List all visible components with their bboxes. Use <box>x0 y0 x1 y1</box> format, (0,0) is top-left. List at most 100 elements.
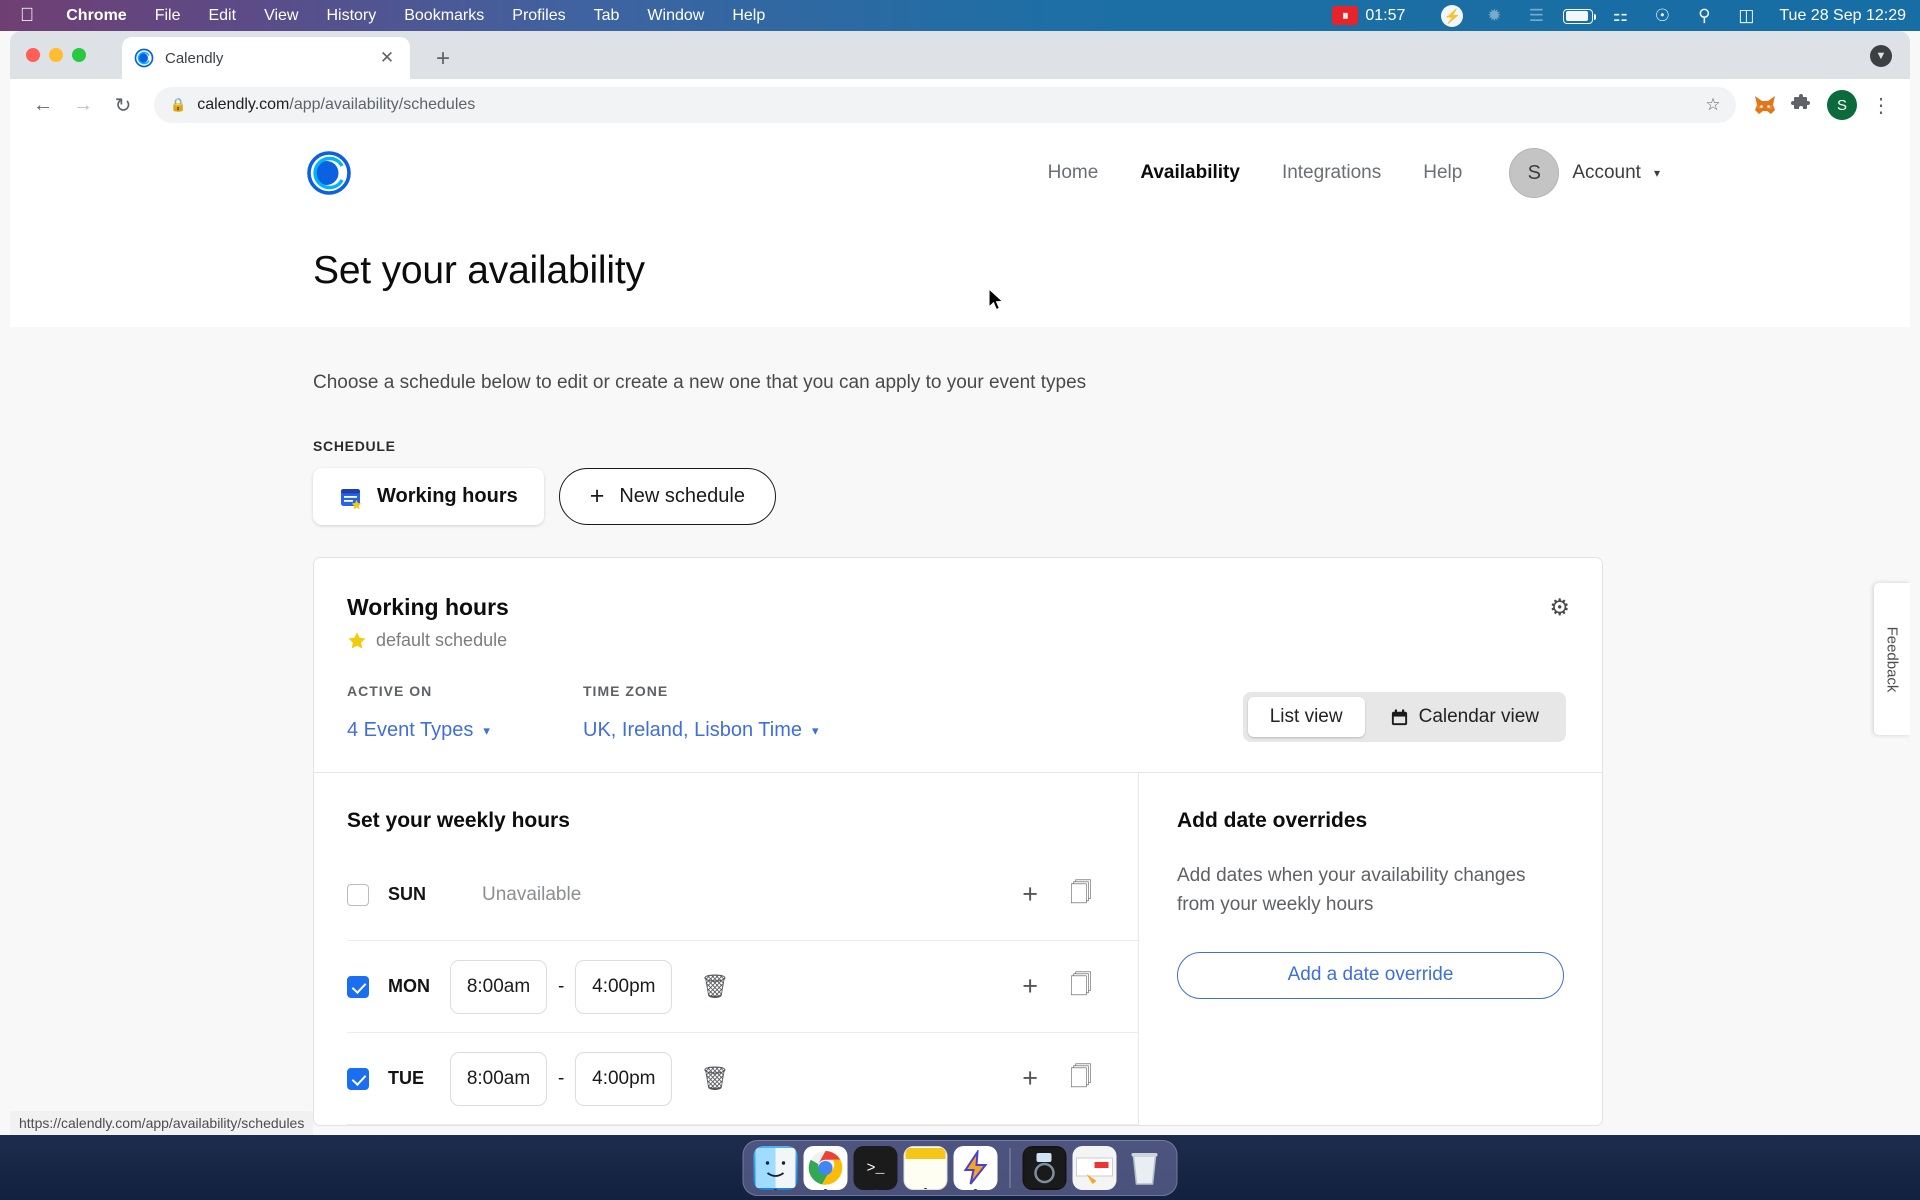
day-checkbox-sun[interactable] <box>347 883 369 906</box>
day-checkbox-mon[interactable] <box>347 975 369 998</box>
menu-item-view[interactable]: View <box>250 7 312 25</box>
bolt-icon[interactable]: ⚡ <box>1431 4 1473 27</box>
nav-availability[interactable]: Availability <box>1119 162 1261 184</box>
screen-recording-indicator[interactable]: ⏸ 01:57 <box>1332 6 1405 25</box>
chrome-profile-avatar[interactable]: S <box>1827 90 1857 120</box>
menubar-clock[interactable]: Tue 28 Sep 12:29 <box>1767 7 1906 25</box>
close-window-button[interactable] <box>26 48 40 62</box>
menu-item-tab[interactable]: Tab <box>580 7 634 25</box>
add-interval-button-mon[interactable]: + <box>1022 971 1038 1002</box>
macos-dock: >_ <box>742 1140 1178 1196</box>
schedule-chip-working-hours[interactable]: Working hours <box>313 468 544 525</box>
day-checkbox-tue[interactable] <box>347 1067 369 1090</box>
control-center-icon[interactable]: ◫ <box>1725 6 1767 26</box>
account-label: Account <box>1572 162 1641 183</box>
menu-item-bookmarks[interactable]: Bookmarks <box>390 7 498 25</box>
tab-search-icon[interactable]: ▼ <box>1870 45 1892 67</box>
add-interval-button-tue[interactable]: + <box>1022 1063 1038 1094</box>
start-time-input-mon[interactable]: 8:00am <box>450 959 547 1014</box>
close-tab-button[interactable]: ✕ <box>376 48 398 68</box>
gear-icon[interactable]: ⚙ <box>1549 594 1570 621</box>
menu-item-profiles[interactable]: Profiles <box>498 7 579 25</box>
tab-calendar-view[interactable]: Calendar view <box>1368 697 1561 737</box>
chevron-down-icon: ▾ <box>483 722 490 738</box>
bookmark-star-icon[interactable]: ☆ <box>1698 95 1728 115</box>
dock-item-lightning-app[interactable] <box>953 1146 998 1190</box>
menu-item-file[interactable]: File <box>141 7 195 25</box>
calendly-favicon <box>134 48 154 68</box>
time-zone-column: TIME ZONE UK, Ireland, Lisbon Time ▾ <box>583 683 819 742</box>
chevron-down-icon: ▾ <box>812 722 819 738</box>
user-icon[interactable]: ☉ <box>1641 6 1683 26</box>
nav-home[interactable]: Home <box>1027 162 1120 184</box>
new-schedule-button[interactable]: + New schedule <box>558 468 776 525</box>
browser-tab-calendly[interactable]: Calendly ✕ <box>122 37 410 79</box>
avatar: S <box>1509 148 1560 198</box>
dock-item-finder[interactable] <box>753 1146 798 1190</box>
end-time-input-tue[interactable]: 4:00pm <box>575 1051 673 1106</box>
address-bar[interactable]: 🔒 calendly.com/app/availability/schedule… <box>154 87 1736 123</box>
page-subtitle: Choose a schedule below to edit or creat… <box>313 372 1087 393</box>
bluetooth-icon[interactable]: ✹ <box>1473 6 1515 26</box>
calendly-header: Home Availability Integrations Help S Ac… <box>10 131 1910 215</box>
search-icon[interactable]: ⚲ <box>1683 6 1725 26</box>
nav-help[interactable]: Help <box>1402 162 1483 184</box>
add-date-override-button[interactable]: Add a date override <box>1177 951 1564 999</box>
battery-icon[interactable] <box>1557 6 1599 26</box>
chrome-window: Calendly ✕ + ▼ ← → ↻ 🔒 calendly.com/app/… <box>10 31 1910 1135</box>
chrome-menu-button[interactable]: ⋮ <box>1866 93 1896 118</box>
date-overrides-pane: Add date overrides Add dates when your a… <box>1139 773 1602 1125</box>
feedback-tab[interactable]: Feedback <box>1874 583 1910 735</box>
calendly-logo[interactable] <box>305 149 353 197</box>
menu-item-edit[interactable]: Edit <box>194 7 250 25</box>
menu-item-chrome[interactable]: Chrome <box>52 7 140 25</box>
url-domain: calendly.com <box>197 96 290 113</box>
wifi-icon[interactable]: ☰ <box>1515 6 1557 26</box>
time-zone-dropdown[interactable]: UK, Ireland, Lisbon Time ▾ <box>583 719 819 742</box>
dock-item-camera-app[interactable] <box>1022 1146 1067 1190</box>
browser-tab-title: Calendly <box>165 49 224 67</box>
unavailable-text-sun: Unavailable <box>482 883 582 905</box>
nav-integrations[interactable]: Integrations <box>1261 162 1402 184</box>
minimize-window-button[interactable] <box>49 48 63 62</box>
menu-item-window[interactable]: Window <box>633 7 718 25</box>
menubar-status-area: ⏸ 01:57 ⚡ ✹ ☰ ⚏ ☉ ⚲ ◫ Tue 28 Sep 12:29 <box>1332 4 1920 27</box>
trash-icon-mon[interactable]: 🗑 <box>700 973 729 1000</box>
menu-item-help[interactable]: Help <box>718 7 779 25</box>
extensions-puzzle-icon[interactable] <box>1784 88 1818 122</box>
apple-icon[interactable]:  <box>0 6 52 25</box>
tab-strip: Calendly ✕ + ▼ <box>10 31 1910 79</box>
schedule-meta-row: ACTIVE ON 4 Event Types ▾ TIME ZONE UK, … <box>347 683 1566 742</box>
duplicate-icon-mon[interactable]: 🗍 <box>1070 968 1092 1006</box>
dock-item-terminal[interactable]: >_ <box>853 1146 898 1190</box>
page-viewport: Home Availability Integrations Help S Ac… <box>10 131 1910 1135</box>
page-body: Choose a schedule below to edit or creat… <box>10 327 1910 1126</box>
duplicate-icon-tue[interactable]: 🗍 <box>1070 1060 1092 1098</box>
day-row-tue: TUE 8:00am - 4:00pm 🗑 + 🗍 <box>347 1033 1138 1125</box>
reload-button[interactable]: ↻ <box>104 86 142 124</box>
maximize-window-button[interactable] <box>72 48 86 62</box>
add-interval-button-sun[interactable]: + <box>1022 879 1038 910</box>
active-on-dropdown[interactable]: 4 Event Types ▾ <box>347 719 583 742</box>
view-toggle: List view Calendar view <box>1242 692 1566 742</box>
dock-item-stickies[interactable] <box>903 1146 948 1190</box>
new-tab-button[interactable]: + <box>430 47 456 71</box>
back-button[interactable]: ← <box>24 86 62 124</box>
date-overrides-heading: Add date overrides <box>1177 809 1368 832</box>
dock-item-screenshot-thumbnail[interactable] <box>1072 1146 1117 1190</box>
menu-item-history[interactable]: History <box>312 7 390 25</box>
dock-item-trash[interactable] <box>1123 1146 1167 1190</box>
end-time-input-mon[interactable]: 4:00pm <box>575 959 673 1014</box>
schedule-section-label: SCHEDULE <box>313 438 396 454</box>
trash-icon-tue[interactable]: 🗑 <box>700 1065 729 1092</box>
wifi-status-icon[interactable]: ⚏ <box>1599 6 1641 26</box>
account-menu[interactable]: S Account ▾ <box>1509 148 1660 198</box>
metamask-fox-icon[interactable] <box>1748 88 1782 122</box>
record-icon: ⏸ <box>1332 6 1359 25</box>
duplicate-icon-sun[interactable]: 🗍 <box>1070 876 1092 914</box>
tab-list-view[interactable]: List view <box>1247 697 1365 737</box>
mouse-cursor <box>988 288 1004 311</box>
start-time-input-tue[interactable]: 8:00am <box>450 1051 547 1106</box>
dock-item-chrome[interactable] <box>803 1146 848 1190</box>
forward-button[interactable]: → <box>64 86 102 124</box>
